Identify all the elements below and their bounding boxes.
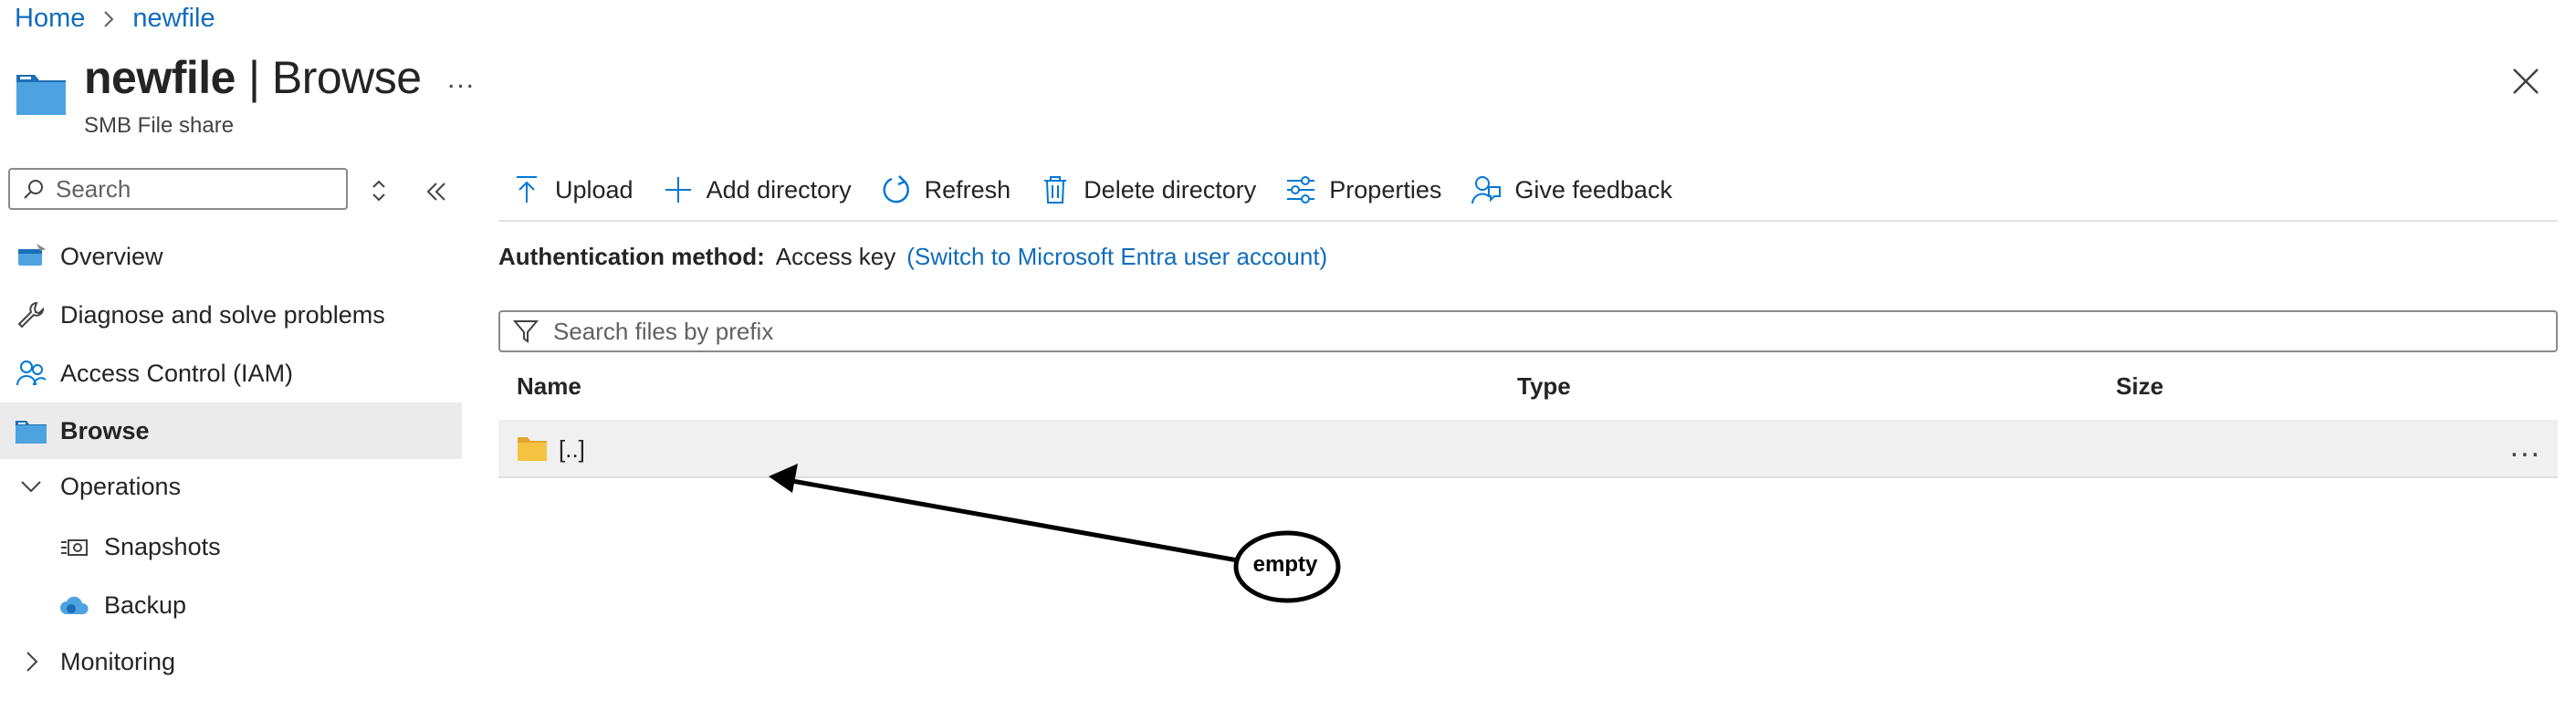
snapshot-icon [57, 528, 93, 565]
sidebar-item-label: Browse [60, 416, 150, 444]
page-title-resource: newfile [84, 52, 236, 103]
sidebar-item-label: Monitoring [60, 647, 176, 675]
search-files-placeholder: Search files by prefix [553, 317, 774, 345]
folder-icon [518, 437, 547, 461]
overview-icon [13, 238, 49, 275]
refresh-button[interactable]: Refresh [881, 174, 1011, 205]
sidebar-item-browse[interactable]: Browse [0, 402, 462, 459]
column-header-type[interactable]: Type [1517, 372, 1571, 401]
chevron-right-icon [13, 643, 49, 680]
breadcrumb-home-link[interactable]: Home [15, 4, 85, 34]
chevron-down-icon [13, 468, 49, 505]
give-feedback-label: Give feedback [1514, 175, 1672, 204]
toolbar: Upload Add directory Refresh Delete dire… [511, 170, 1702, 210]
folder-icon [13, 413, 49, 449]
give-feedback-button[interactable]: Give feedback [1471, 174, 1672, 205]
column-header-name[interactable]: Name [517, 372, 581, 401]
authentication-method: Authentication method: Access key (Switc… [498, 243, 1327, 271]
switch-auth-link[interactable]: (Switch to Microsoft Entra user account) [906, 243, 1327, 271]
sidebar-item-label: Diagnose and solve problems [60, 300, 385, 329]
breadcrumb-current-link[interactable]: newfile [132, 4, 215, 34]
sidebar-item-label: Snapshots [104, 532, 221, 560]
wrench-icon [13, 297, 49, 333]
upload-icon [517, 176, 537, 203]
search-icon [24, 180, 43, 199]
refresh-icon [883, 175, 909, 204]
sidebar-item-backup[interactable]: Backup [0, 579, 462, 632]
column-header-size[interactable]: Size [2116, 372, 2163, 401]
chevron-right-icon [104, 10, 114, 27]
sidebar-item-label: Operations [60, 472, 182, 500]
sidebar-item-overview[interactable]: Overview [0, 230, 462, 283]
upload-button[interactable]: Upload [511, 174, 634, 205]
feedback-icon [1471, 176, 1502, 204]
sidebar-item-label: Access Control (IAM) [60, 359, 294, 387]
auth-label: Authentication method: [498, 243, 765, 270]
sidebar-item-label: Overview [60, 242, 163, 270]
more-actions-button[interactable]: ... [447, 64, 476, 95]
sidebar-item-iam[interactable]: Access Control (IAM) [0, 347, 462, 400]
properties-button[interactable]: Properties [1285, 174, 1441, 205]
cloud-backup-icon [57, 587, 93, 623]
add-directory-button[interactable]: Add directory [663, 174, 852, 205]
toolbar-divider [498, 220, 2558, 222]
sidebar-item-label: Backup [104, 590, 187, 619]
collapse-sidebar-icon[interactable] [422, 177, 451, 206]
page-title: newfile | Browse [84, 51, 422, 104]
table-row[interactable]: [..] ... [498, 420, 2558, 478]
people-icon [13, 355, 49, 392]
search-files-input[interactable]: Search files by prefix [498, 310, 2558, 352]
sidebar-search-input[interactable]: Search [8, 168, 348, 210]
add-directory-label: Add directory [706, 175, 852, 204]
sliders-icon [1287, 176, 1315, 204]
sidebar-item-operations[interactable]: Operations [0, 460, 462, 513]
upload-label: Upload [555, 175, 634, 204]
sort-icon[interactable] [365, 177, 393, 204]
breadcrumb: Home newfile [15, 4, 215, 34]
row-more-button[interactable]: ... [2510, 429, 2541, 465]
trash-icon [1044, 176, 1067, 204]
plus-icon [665, 177, 691, 203]
file-share-icon [16, 75, 66, 115]
page-title-section: | Browse [247, 52, 422, 103]
auth-value: Access key [775, 243, 896, 270]
filter-icon [513, 320, 539, 343]
refresh-label: Refresh [924, 175, 1011, 204]
sidebar-item-diagnose[interactable]: Diagnose and solve problems [0, 288, 462, 341]
sidebar-item-monitoring[interactable]: Monitoring [0, 635, 462, 688]
sidebar-item-snapshots[interactable]: Snapshots [0, 520, 462, 573]
delete-directory-label: Delete directory [1084, 175, 1257, 204]
annotation-label: empty [1252, 552, 1318, 577]
page-subtitle: SMB File share [84, 113, 235, 138]
close-icon[interactable] [2510, 66, 2541, 97]
row-name[interactable]: [..] [559, 435, 585, 464]
sidebar-search-placeholder: Search [56, 174, 131, 203]
properties-label: Properties [1329, 175, 1442, 204]
delete-directory-button[interactable]: Delete directory [1040, 174, 1256, 205]
